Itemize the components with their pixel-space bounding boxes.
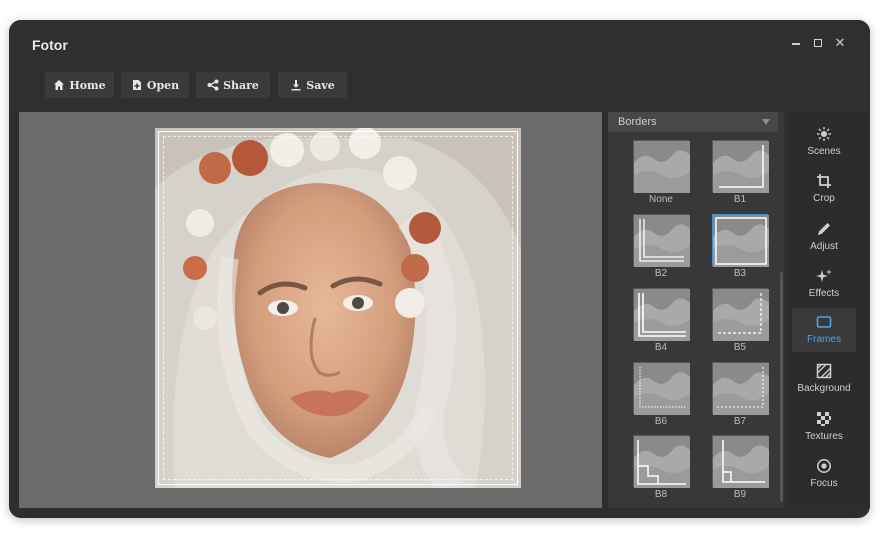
tools-sidebar: Scenes Crop Adjust Effects Frames Backgr… [788,112,870,508]
border-thumb-none[interactable] [633,140,690,193]
focus-icon [817,459,831,473]
share-icon [207,79,219,91]
app-title: Fotor [32,37,68,53]
sidebar-item-crop[interactable]: Crop [792,167,856,211]
frame-icon [816,316,832,328]
borders-scrollbar-thumb[interactable] [780,272,783,502]
border-thumb-b3[interactable] [712,214,769,267]
crop-icon [817,174,831,188]
save-button[interactable]: Save [278,72,347,98]
border-preview-image [634,141,690,193]
sidebar-item-label: Adjust [810,241,838,252]
sidebar-item-label: Background [797,383,851,394]
border-thumb-b7[interactable] [712,362,769,415]
border-thumb-b9[interactable] [712,435,769,488]
border-thumb-label: B1 [733,194,747,205]
sidebar-item-adjust[interactable]: Adjust [792,215,856,259]
border-preview-image [634,215,690,267]
border-preview-image [713,215,769,267]
border-thumb-label: B9 [733,489,747,500]
border-thumb-b4[interactable] [633,288,690,341]
borders-dropdown-label: Borders [618,116,657,128]
border-thumb-b5[interactable] [712,288,769,341]
border-preview-image [634,363,690,415]
sidebar-item-background[interactable]: Background [792,357,856,401]
border-thumb-label: B8 [654,489,668,500]
toolbar: Home Open Share Save [9,68,870,112]
title-bar[interactable]: Fotor ✕ [9,20,870,68]
sidebar-item-label: Scenes [807,146,841,157]
borders-dropdown[interactable]: Borders [608,112,778,132]
border-thumb-b8[interactable] [633,435,690,488]
border-thumb-label: B6 [654,416,668,427]
border-preview-image [634,289,690,341]
close-icon[interactable]: ✕ [833,36,847,50]
chevron-down-icon [762,119,770,125]
home-button-label: Home [69,78,106,92]
editing-canvas[interactable] [19,112,602,508]
border-preview-image [634,436,690,488]
maximize-icon[interactable] [811,36,825,50]
border-preview-image [713,363,769,415]
border-preview-image [713,436,769,488]
portrait-photo[interactable] [155,128,521,488]
sidebar-item-label: Effects [808,288,840,299]
app-window: Fotor ✕ Home Open Share Save Borders Non… [9,20,870,518]
sidebar-item-frames[interactable]: Frames [792,308,856,352]
border-preview-image [713,141,769,193]
borders-panel: Borders None B1 B2 B3 B4 B5 B6 B7 B8 B9 [608,112,784,508]
share-button-label: Share [223,78,259,92]
minimize-icon[interactable] [789,36,803,50]
background-icon [816,363,832,379]
sidebar-item-textures[interactable]: Textures [792,405,856,449]
open-button[interactable]: Open [121,72,189,98]
save-button-label: Save [306,78,335,92]
pencil-icon [818,223,830,235]
sidebar-item-label: Textures [805,431,843,442]
border-preview-image [713,289,769,341]
border-thumb-b1[interactable] [712,140,769,193]
texture-icon [817,412,831,426]
border-thumb-label: B2 [654,268,668,279]
border-thumb-label: B4 [654,342,668,353]
download-icon [291,80,301,91]
frame-border-inner [163,136,513,480]
home-button[interactable]: Home [45,72,114,98]
sidebar-item-label: Frames [807,334,841,345]
sidebar-item-label: Focus [810,478,838,489]
border-thumb-b6[interactable] [633,362,690,415]
border-thumb-label: B7 [733,416,747,427]
open-file-icon [132,80,141,90]
sun-icon [817,127,831,141]
sidebar-item-scenes[interactable]: Scenes [792,120,856,164]
share-button[interactable]: Share [196,72,270,98]
home-icon [54,80,65,90]
sidebar-item-label: Crop [813,193,835,204]
sidebar-item-effects[interactable]: Effects [792,262,856,306]
sidebar-item-focus[interactable]: Focus [792,452,856,496]
border-thumb-b2[interactable] [633,214,690,267]
open-button-label: Open [146,78,180,92]
border-thumb-label: B3 [733,268,747,279]
sparkle-icon [816,269,832,282]
border-thumb-label: B5 [733,342,747,353]
border-thumb-label: None [649,194,673,205]
